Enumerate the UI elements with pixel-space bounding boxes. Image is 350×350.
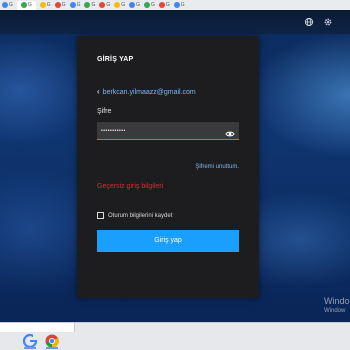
watermark-subtitle: Window (324, 308, 346, 314)
bookmark-item[interactable]: G (144, 1, 155, 9)
favicon-icon (99, 2, 106, 8)
chrome-icon[interactable] (44, 333, 60, 349)
bookmark-label: G (151, 2, 155, 8)
taskbar (0, 322, 350, 350)
bookmark-item[interactable]: G (39, 1, 51, 9)
favicon-icon (84, 2, 91, 8)
favicon-icon (173, 2, 180, 8)
bookmark-item[interactable]: G (114, 1, 125, 9)
favicon-icon (129, 2, 136, 8)
active-indicator (46, 347, 58, 349)
bookmark-label: G (180, 2, 185, 8)
favicon-icon (20, 2, 27, 8)
bookmark-label: G (106, 2, 111, 8)
bookmark-item[interactable]: G (129, 1, 140, 9)
bookmark-label: G (121, 2, 126, 8)
favicon-icon (114, 2, 121, 8)
bookmark-item[interactable]: G (84, 1, 95, 9)
bookmark-label: G (136, 2, 141, 8)
favicon-icon (54, 2, 61, 8)
favicon-icon (2, 2, 8, 8)
password-field[interactable]: ••••••••••• (97, 122, 239, 140)
remember-me-checkbox[interactable]: Oturum bilgilerini kaydet (97, 212, 172, 219)
bookmark-label: G (46, 2, 51, 8)
eye-icon[interactable] (225, 126, 235, 137)
bookmark-label: G (9, 2, 13, 8)
bookmark-label: G (27, 2, 32, 8)
bookmark-item[interactable]: G (158, 1, 170, 9)
favicon-icon (69, 2, 76, 8)
globe-icon[interactable] (304, 17, 314, 27)
account-email: berkcan.yilmaazz@gmail.com (102, 88, 196, 96)
error-message: Geçersiz giriş bilgileri (97, 183, 164, 190)
bookmark-item[interactable]: G (99, 1, 110, 9)
password-label: Şifre (97, 108, 112, 115)
bookmark-item[interactable]: G (16, 0, 36, 10)
login-title: GİRİŞ YAP (97, 56, 134, 63)
forgot-password-link[interactable]: Şifremi unuttum. (195, 164, 239, 170)
gear-icon[interactable] (323, 17, 333, 27)
active-indicator (24, 347, 36, 349)
bookmark-label: G (165, 2, 170, 8)
app-top-bar (0, 10, 350, 34)
checkbox-box[interactable] (97, 212, 104, 219)
password-value: ••••••••••• (101, 128, 126, 134)
windows-activation-watermark: Windo Window (324, 296, 350, 314)
back-to-email-link[interactable]: ‹ berkcan.yilmaazz@gmail.com (97, 88, 196, 96)
login-panel: GİRİŞ YAP ‹ berkcan.yilmaazz@gmail.com Ş… (77, 36, 259, 298)
favicon-icon (158, 2, 165, 8)
bookmark-item[interactable]: G (54, 1, 66, 9)
remember-me-label: Oturum bilgilerini kaydet (108, 212, 173, 219)
chevron-left-icon: ‹ (97, 87, 100, 96)
favicon-icon (39, 2, 46, 8)
google-app-icon[interactable] (22, 333, 38, 349)
bookmark-item[interactable]: G (69, 1, 81, 9)
favicon-icon (144, 2, 151, 8)
bookmark-label: G (76, 2, 81, 8)
bookmark-item[interactable]: G (2, 1, 13, 9)
taskbar-search-strip[interactable] (0, 323, 75, 332)
bookmark-item[interactable]: G (173, 1, 185, 9)
bookmark-label: G (91, 2, 96, 8)
login-button[interactable]: Giriş yap (97, 230, 239, 252)
bookmark-label: G (61, 2, 66, 8)
watermark-title: Windo (324, 296, 350, 306)
